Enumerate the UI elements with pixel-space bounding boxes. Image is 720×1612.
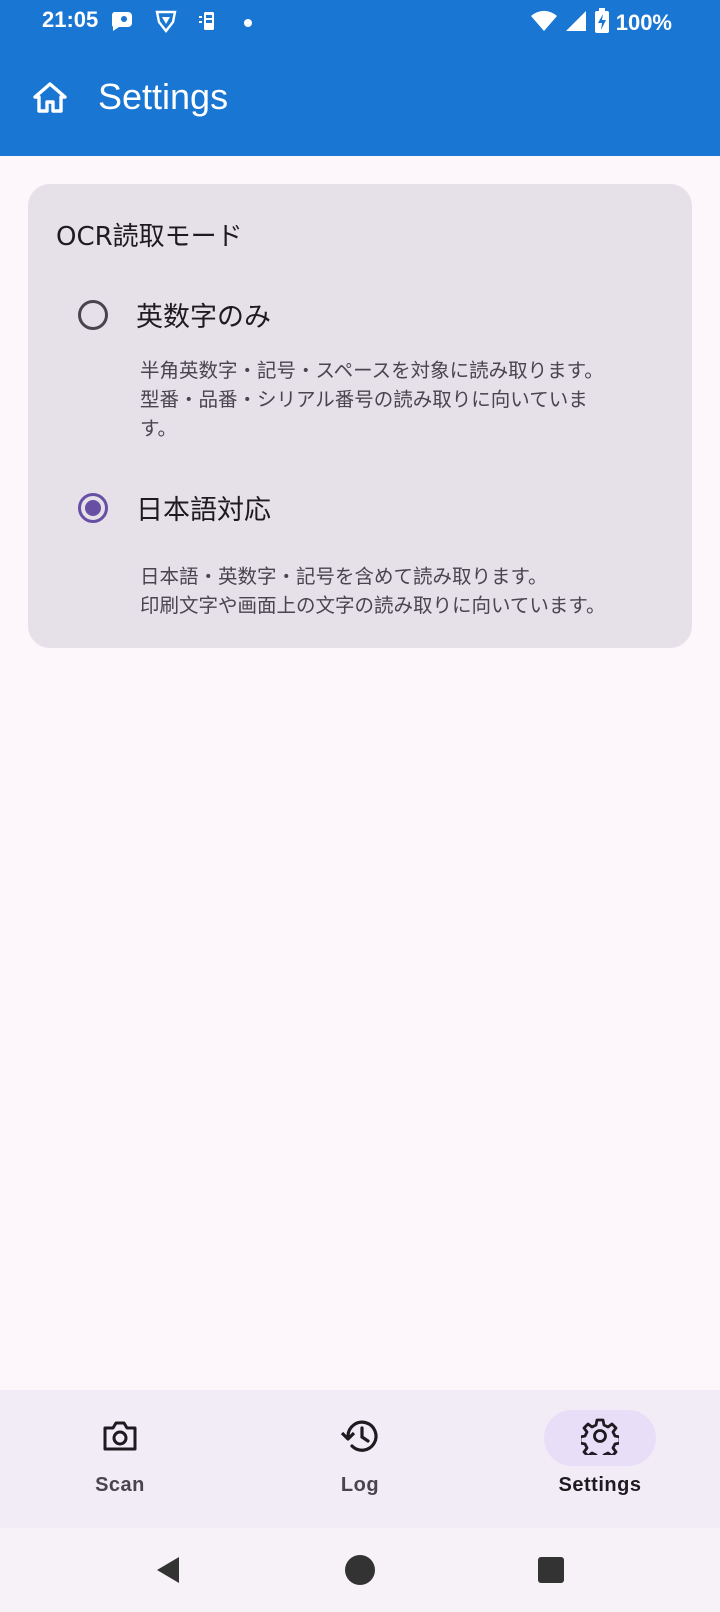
battery-percent: 100% [615, 10, 672, 35]
radio-selected-dot [85, 499, 101, 516]
nav-indicator [64, 1410, 176, 1466]
system-back-button[interactable] [150, 1554, 186, 1590]
battery-charging-icon [594, 8, 610, 38]
system-home-button[interactable] [342, 1554, 378, 1590]
system-navigation-bar [0, 1528, 720, 1612]
camera-icon [101, 1419, 139, 1457]
option-japanese[interactable]: 日本語対応 [78, 488, 271, 527]
description-line: 型番・品番・シリアル番号の読み取りに向いていま [140, 388, 588, 411]
description-line: 日本語・英数字・記号を含めて読み取ります。 [140, 565, 548, 588]
nav-item-scan[interactable]: Scan [0, 1390, 240, 1528]
description-line: 印刷文字や画面上の文字の読み取りに向いています。 [140, 594, 606, 617]
card-title: OCR読取モード [56, 222, 243, 252]
notification-dot [244, 19, 252, 27]
description-line: す。 [140, 417, 178, 440]
description-line: 半角英数字・記号・スペースを対象に読み取ります。 [140, 359, 604, 382]
chat-bubble-icon [110, 10, 134, 36]
nav-label: Scan [95, 1474, 145, 1496]
nav-item-log[interactable]: Log [240, 1390, 480, 1528]
back-icon [153, 1555, 183, 1589]
option-alphanumeric[interactable]: 英数字のみ [78, 295, 271, 334]
nav-indicator-active [544, 1410, 656, 1466]
option-description: 日本語・英数字・記号を含めて読み取ります。 印刷文字や画面上の文字の読み取りに向… [140, 562, 680, 620]
status-bar: 21:05 100% [0, 0, 720, 44]
radio-button-alphanumeric[interactable] [78, 299, 108, 330]
nav-item-settings[interactable]: Settings [480, 1390, 720, 1528]
sim-card-icon [198, 10, 218, 36]
option-label: 英数字のみ [136, 302, 271, 333]
wifi-icon [530, 9, 558, 37]
vpn-shield-icon [154, 9, 178, 37]
option-label: 日本語対応 [136, 495, 271, 526]
ocr-mode-card: OCR読取モード 英数字のみ 半角英数字・記号・スペースを対象に読み取ります。 … [28, 184, 692, 648]
radio-button-japanese[interactable] [78, 492, 108, 523]
page-title: Settings [98, 76, 229, 117]
nav-indicator [304, 1410, 416, 1466]
app-bar: Settings [0, 44, 720, 156]
home-button[interactable] [30, 80, 70, 120]
home-circle-icon [344, 1554, 376, 1590]
nav-label: Settings [558, 1474, 642, 1496]
history-icon [340, 1417, 380, 1459]
nav-label: Log [340, 1474, 380, 1496]
home-icon [32, 81, 68, 119]
status-time: 21:05 [42, 7, 99, 32]
system-recents-button[interactable] [533, 1554, 569, 1590]
option-description: 半角英数字・記号・スペースを対象に読み取ります。 型番・品番・シリアル番号の読み… [140, 356, 680, 443]
bottom-navigation: Scan Log Settings [0, 1390, 720, 1528]
gear-icon [578, 1417, 622, 1462]
signal-icon [564, 9, 588, 37]
recents-icon [537, 1556, 565, 1588]
